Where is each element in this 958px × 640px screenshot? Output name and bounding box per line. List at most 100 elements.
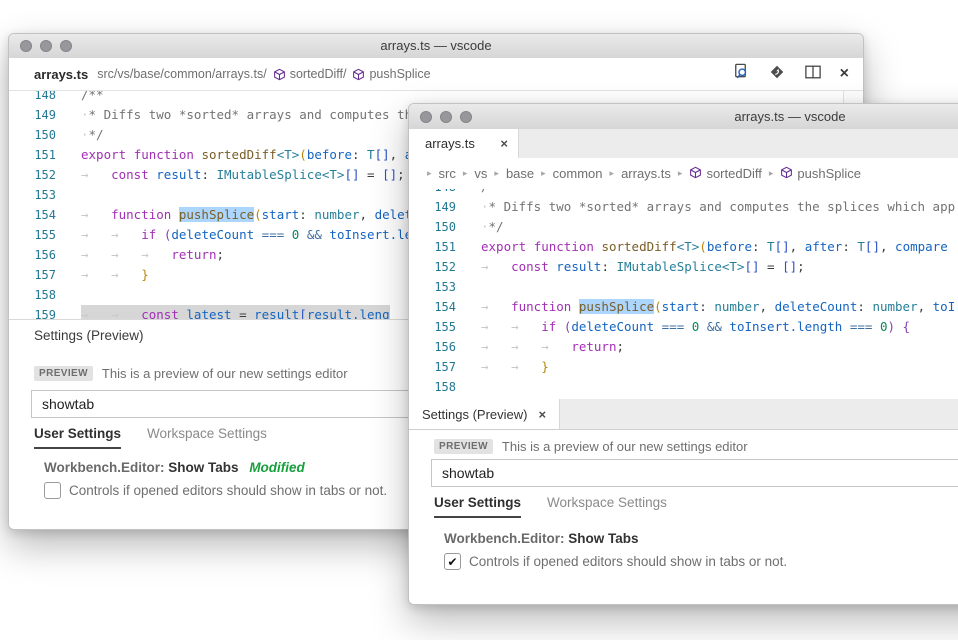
tab-settings-preview[interactable]: Settings (Preview) × [409, 399, 560, 429]
code-text: → → } [81, 265, 149, 285]
show-tabs-checkbox[interactable] [44, 482, 61, 499]
code-text: → → → return; [481, 337, 624, 357]
preview-banner: PREVIEW This is a preview of our new set… [34, 366, 348, 381]
line-number[interactable]: 157 [9, 265, 56, 285]
chevron-right-icon: ▸ [494, 169, 499, 179]
code-text: ·*/ [481, 217, 504, 237]
diamond-icon [768, 63, 786, 86]
line-number[interactable]: 151 [9, 145, 56, 165]
split-editor-icon [804, 64, 822, 85]
symbol-cube-icon [689, 166, 702, 182]
settings-pane-title: Settings (Preview) [34, 328, 144, 343]
line-number[interactable]: 149 [9, 105, 56, 125]
breadcrumb-item[interactable]: pushSplice [780, 166, 861, 182]
breadcrumb-item[interactable]: vs [474, 166, 487, 181]
code-line[interactable]: 153 [409, 277, 958, 297]
code-line[interactable]: 148/** [409, 189, 958, 197]
symbol-cube-icon [780, 166, 793, 182]
tab-workspace-settings[interactable]: Workspace Settings [147, 426, 267, 449]
path-segment[interactable]: sortedDiff/ [290, 67, 347, 81]
tab-arrays-ts[interactable]: arrays.ts × [409, 129, 519, 158]
chevron-right-icon: ▸ [678, 169, 683, 179]
line-number[interactable]: 154 [409, 297, 456, 317]
preview-badge: PREVIEW [34, 366, 93, 381]
path-segment[interactable]: pushSplice [369, 67, 430, 81]
settings-scope-tabs: User Settings Workspace Settings [34, 426, 267, 449]
close-editor-button[interactable]: × [840, 66, 849, 82]
setting-category: Workbench.Editor: [444, 531, 565, 546]
code-line[interactable]: 150 ·*/ [409, 217, 958, 237]
back-titlebar[interactable]: arrays.ts — vscode [9, 34, 863, 59]
open-changes-button[interactable] [768, 63, 786, 86]
chevron-right-icon: ▸ [610, 169, 615, 179]
breadcrumb-item[interactable]: common [553, 166, 603, 181]
find-file-icon [731, 62, 750, 86]
preview-text: This is a preview of our new settings ed… [502, 439, 748, 454]
line-number[interactable]: 154 [9, 205, 56, 225]
show-tabs-checkbox[interactable]: ✔ [444, 553, 461, 570]
line-number[interactable]: 152 [9, 165, 56, 185]
tab-close-icon[interactable]: × [538, 408, 546, 421]
code-text: → function pushSplice(start: number, del… [481, 297, 955, 317]
line-number[interactable]: 155 [409, 317, 456, 337]
setting-modified-label: Modified [249, 460, 305, 475]
setting-description: Controls if opened editors should show i… [469, 554, 787, 569]
setting-item: Workbench.Editor: Show Tabs Modified Con… [44, 460, 387, 499]
breadcrumb-item[interactable]: src [439, 166, 456, 181]
line-number[interactable]: 148 [409, 189, 456, 197]
setting-name: Show Tabs [568, 531, 638, 546]
tab-label: arrays.ts [425, 136, 475, 151]
code-line[interactable]: 156 → → → return; [409, 337, 958, 357]
breadcrumb-item[interactable]: sortedDiff [689, 166, 761, 182]
front-titlebar[interactable]: arrays.ts — vscode [409, 104, 958, 130]
line-number[interactable]: 157 [409, 357, 456, 377]
line-number[interactable]: 159 [9, 305, 56, 319]
line-number[interactable]: 153 [9, 185, 56, 205]
breadcrumb-item[interactable]: arrays.ts [621, 166, 671, 181]
line-number[interactable]: 151 [409, 237, 456, 257]
breadcrumb-item[interactable]: base [506, 166, 534, 181]
line-number[interactable]: 156 [9, 245, 56, 265]
code-line[interactable]: 158 [409, 377, 958, 397]
line-number[interactable]: 149 [409, 197, 456, 217]
find-in-file-button[interactable] [731, 62, 750, 86]
code-line[interactable]: 157→ → } [409, 357, 958, 377]
line-number[interactable]: 152 [409, 257, 456, 277]
chevron-right-icon: ▸ [427, 169, 432, 179]
editor-tab-bar: arrays.ts × [409, 129, 958, 159]
front-window: arrays.ts — vscode arrays.ts × ▸ src ▸ vs ▸ b… [408, 103, 958, 605]
code-text: ·* Diffs two *sorted* arrays and compute… [481, 197, 955, 217]
line-number[interactable]: 148 [9, 91, 56, 105]
code-text: → → → return; [81, 245, 224, 265]
line-number[interactable]: 156 [409, 337, 456, 357]
close-icon: × [840, 66, 849, 82]
line-number[interactable]: 158 [9, 285, 56, 305]
code-line[interactable]: 149 ·* Diffs two *sorted* arrays and comp… [409, 197, 958, 217]
preview-text: This is a preview of our new settings ed… [102, 366, 348, 381]
line-number[interactable]: 155 [9, 225, 56, 245]
path-segment[interactable]: src/vs/base/common/arrays.ts/ [97, 67, 267, 81]
line-number[interactable]: 150 [9, 125, 56, 145]
file-name-label: arrays.ts [34, 67, 88, 82]
file-path-breadcrumb[interactable]: src/vs/base/common/arrays.ts/sortedDiff/… [97, 67, 430, 81]
window-title: arrays.ts — vscode [409, 104, 958, 129]
split-editor-button[interactable] [804, 64, 822, 85]
code-editor[interactable]: 148/**149 ·* Diffs two *sorted* arrays an… [409, 189, 958, 399]
tab-workspace-settings[interactable]: Workspace Settings [547, 495, 667, 518]
symbol-cube-icon [273, 68, 286, 81]
breadcrumb: ▸src▸vs▸base▸common▸arrays.ts▸sortedDiff… [409, 158, 958, 190]
line-number[interactable]: 150 [409, 217, 456, 237]
code-text-selected: → → const latest = result[result.leng [81, 305, 390, 319]
setting-control-row: Controls if opened editors should show i… [44, 482, 387, 499]
line-number[interactable]: 158 [409, 377, 456, 397]
tab-close-icon[interactable]: × [500, 137, 508, 150]
chevron-right-icon: ▸ [769, 169, 774, 179]
code-line[interactable]: 152→ const result: IMutableSplice<T>[] =… [409, 257, 958, 277]
code-line[interactable]: 154 → function pushSplice(start: number, … [409, 297, 958, 317]
code-line[interactable]: 151export function sortedDiff<T>(before:… [409, 237, 958, 257]
tab-user-settings[interactable]: User Settings [34, 426, 121, 449]
tab-user-settings[interactable]: User Settings [434, 495, 521, 518]
line-number[interactable]: 153 [409, 277, 456, 297]
code-line[interactable]: 155→ → if (deleteCount === 0 && toInsert… [409, 317, 958, 337]
settings-search-input[interactable] [431, 459, 958, 487]
